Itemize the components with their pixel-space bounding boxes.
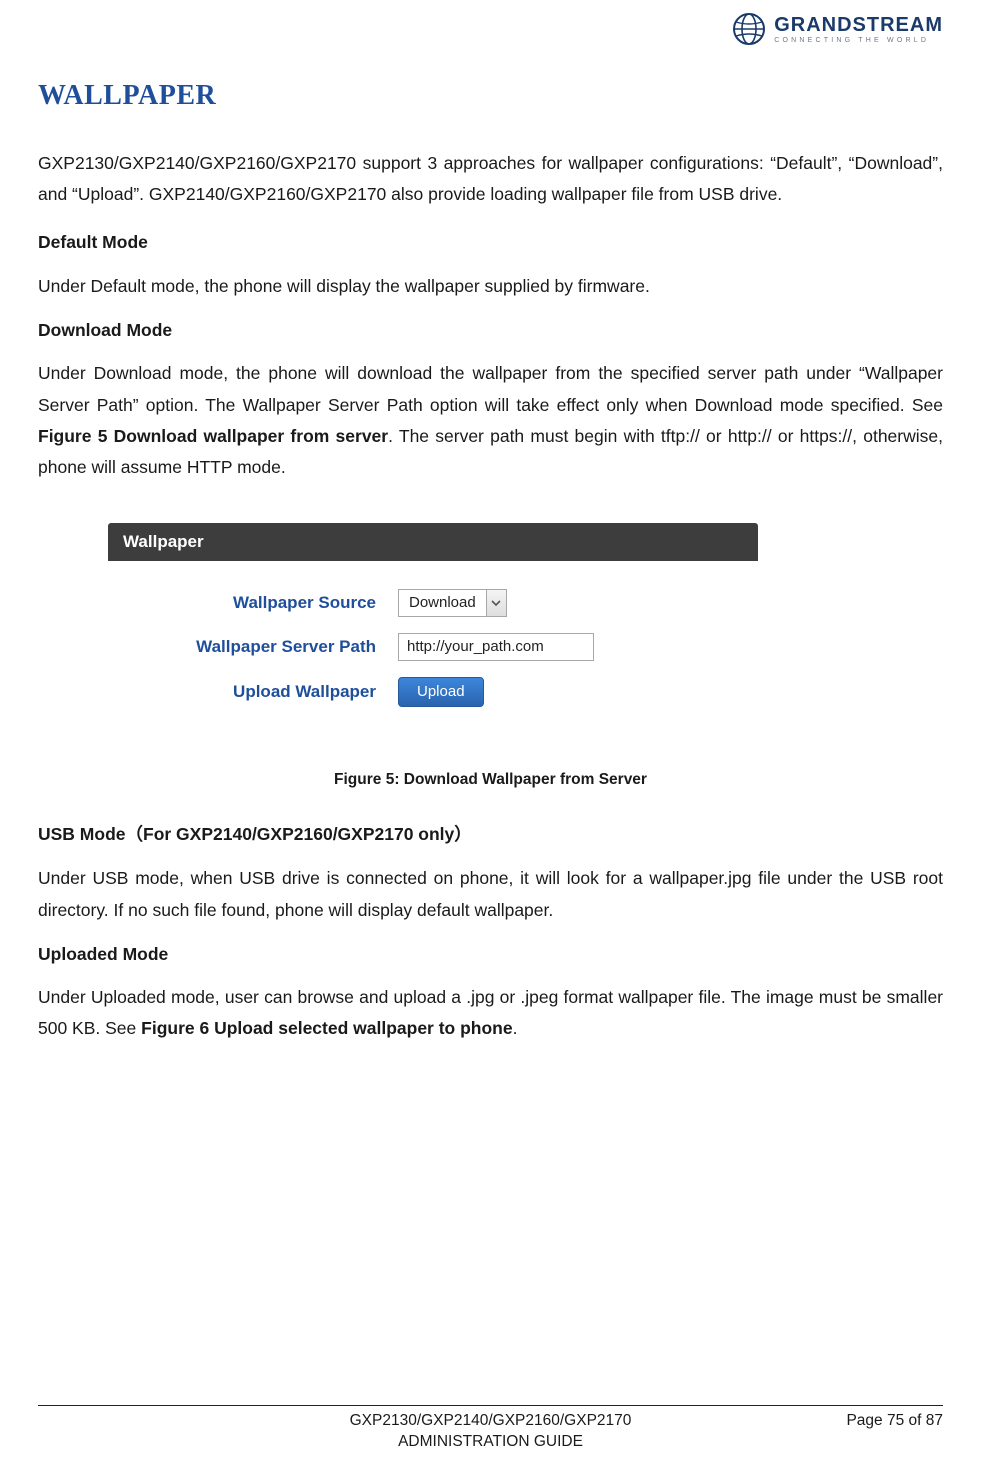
figure-5-panel: Wallpaper Wallpaper Source Download Wall… xyxy=(108,523,758,741)
footer-row: GXP2130/GXP2140/GXP2160/GXP2170 ADMINIST… xyxy=(38,1411,943,1453)
row-wallpaper-source: Wallpaper Source Download xyxy=(118,589,738,617)
usb-mode-title-text: USB Mode xyxy=(38,824,126,844)
figure-5-reference: Figure 5 Download wallpaper from server xyxy=(38,426,388,446)
usb-mode-parenthetical: （For GXP2140/GXP2160/GXP2170 only） xyxy=(126,824,472,844)
default-mode-body: Under Default mode, the phone will displ… xyxy=(38,271,943,302)
intro-paragraph: GXP2130/GXP2140/GXP2160/GXP2170 support … xyxy=(38,148,943,210)
brand-logo: GRANDSTREAM CONNECTING THE WORLD xyxy=(732,12,943,46)
upload-button[interactable]: Upload xyxy=(398,677,484,707)
brand-name: GRANDSTREAM xyxy=(774,15,943,35)
footer-doc-title: GXP2130/GXP2140/GXP2160/GXP2170 ADMINIST… xyxy=(198,1411,783,1453)
uploaded-mode-body: Under Uploaded mode, user can browse and… xyxy=(38,982,943,1044)
header-logo-area: GRANDSTREAM CONNECTING THE WORLD xyxy=(38,10,943,52)
label-wallpaper-source: Wallpaper Source xyxy=(118,593,398,613)
label-upload-wallpaper: Upload Wallpaper xyxy=(118,682,398,702)
figure-5-caption: Figure 5: Download Wallpaper from Server xyxy=(38,771,943,789)
page-footer: GXP2130/GXP2140/GXP2160/GXP2170 ADMINIST… xyxy=(38,1405,943,1453)
wallpaper-source-select[interactable]: Download xyxy=(398,589,507,617)
footer-line2: ADMINISTRATION GUIDE xyxy=(198,1432,783,1453)
row-upload-wallpaper: Upload Wallpaper Upload xyxy=(118,677,738,707)
brand-tagline: CONNECTING THE WORLD xyxy=(774,37,943,44)
document-page: GRANDSTREAM CONNECTING THE WORLD WALLPAP… xyxy=(0,0,981,1465)
default-mode-heading: Default Mode xyxy=(38,232,943,253)
footer-page-number: Page 75 of 87 xyxy=(783,1411,943,1430)
uploaded-body-post: . xyxy=(513,1018,518,1038)
upload-button-label: Upload xyxy=(417,683,465,700)
panel-title-bar: Wallpaper xyxy=(108,523,758,561)
uploaded-mode-heading: Uploaded Mode xyxy=(38,944,943,965)
brand-text: GRANDSTREAM CONNECTING THE WORLD xyxy=(774,15,943,44)
wallpaper-source-value: Download xyxy=(399,594,486,611)
footer-rule xyxy=(38,1405,943,1406)
label-wallpaper-server-path: Wallpaper Server Path xyxy=(118,637,398,657)
panel-body: Wallpaper Source Download Wallpaper Serv… xyxy=(108,561,758,741)
row-wallpaper-server-path: Wallpaper Server Path http://your_path.c… xyxy=(118,633,738,661)
wallpaper-server-path-input[interactable]: http://your_path.com xyxy=(398,633,594,661)
download-mode-heading: Download Mode xyxy=(38,320,943,341)
download-mode-body: Under Download mode, the phone will down… xyxy=(38,358,943,483)
section-heading: WALLPAPER xyxy=(38,80,943,112)
usb-mode-body: Under USB mode, when USB drive is connec… xyxy=(38,863,943,925)
figure-6-reference: Figure 6 Upload selected wallpaper to ph… xyxy=(141,1018,512,1038)
usb-mode-heading: USB Mode（For GXP2140/GXP2160/GXP2170 onl… xyxy=(38,821,943,846)
download-body-pre: Under Download mode, the phone will down… xyxy=(38,363,943,414)
footer-line1: GXP2130/GXP2140/GXP2160/GXP2170 xyxy=(198,1411,783,1432)
wallpaper-server-path-value: http://your_path.com xyxy=(407,638,544,655)
globe-icon xyxy=(732,12,766,46)
chevron-down-icon xyxy=(486,590,506,616)
